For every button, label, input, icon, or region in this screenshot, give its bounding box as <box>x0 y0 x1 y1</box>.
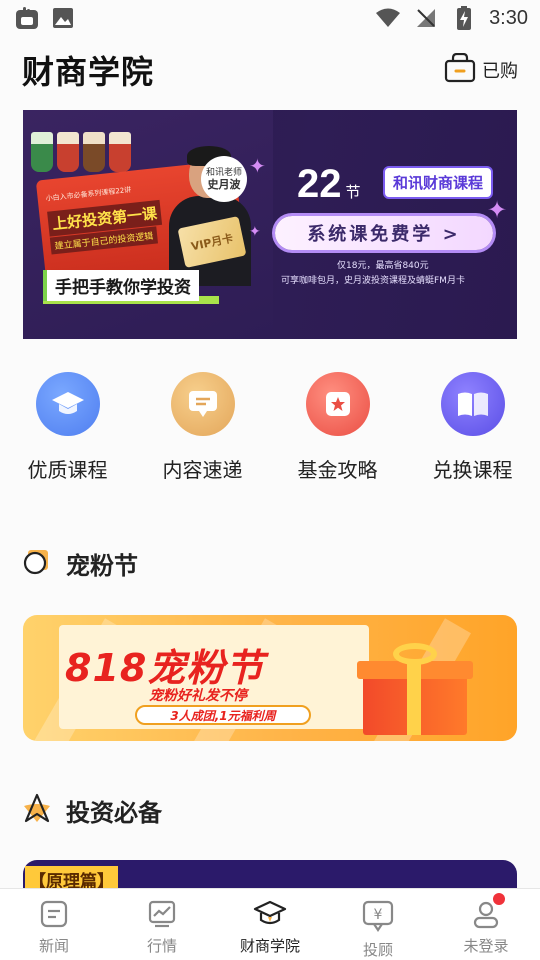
battery-charging-icon <box>451 6 477 30</box>
sparkle-icon: ✦ <box>249 224 261 240</box>
coffee-cups-image <box>31 132 131 172</box>
star-card-icon <box>305 372 370 436</box>
status-bar: 3:30 <box>0 0 540 36</box>
tab-label: 新闻 <box>38 937 69 955</box>
section-header-fans: 宠粉节 <box>22 546 138 581</box>
section-bubble-icon <box>22 547 52 581</box>
fans-festival-banner[interactable]: 818宠粉节 宠粉好礼发不停 3人成团,1元福利周 <box>23 615 517 741</box>
tab-advisor[interactable]: ¥ 投顾 <box>324 889 432 960</box>
chart-icon <box>147 899 177 933</box>
section-header-invest: 投资必备 <box>22 792 162 828</box>
academy-cap-icon <box>253 899 287 933</box>
promo-subtitle: 宠粉好礼发不停 <box>149 688 247 704</box>
tab-news[interactable]: 新闻 <box>0 889 108 960</box>
tab-login[interactable]: 未登录 <box>432 889 540 960</box>
status-time: 3:30 <box>489 6 528 29</box>
quick-entry-quality-courses[interactable]: 优质课程 <box>0 372 135 483</box>
banner-slogan: 手把手教你学投资 <box>43 270 199 301</box>
promo-card: 818宠粉节 宠粉好礼发不停 3人成团,1元福利周 <box>59 625 369 729</box>
tab-label: 未登录 <box>463 937 509 955</box>
promo-tag: 3人成团,1元福利周 <box>135 705 311 725</box>
graduation-cap-icon <box>35 372 100 436</box>
tab-academy[interactable]: 财商学院 <box>216 889 324 960</box>
teacher-bubble: 和讯老师 史月波 <box>201 156 247 202</box>
teacher-name: 史月波 <box>207 178 241 191</box>
quick-entry-label: 基金攻略 <box>297 458 378 482</box>
page-title: 财商学院 <box>22 53 155 91</box>
notification-dot <box>493 893 505 905</box>
course-banner[interactable]: 小白入市必备系列课程22讲 上好投资第一课 建立属于自己的投资逻辑 VIP月卡 … <box>23 110 517 339</box>
section-title: 宠粉节 <box>66 552 138 580</box>
bottom-tab-bar: 新闻 行情 财商学院 ¥ 投顾 未登录 <box>0 888 540 960</box>
benefit-line: 可享咖啡包月，史月波投资课程及蜻蜓FM月卡 <box>281 276 465 286</box>
card-small-text: 小白入市必备系列课程22讲 <box>45 185 132 203</box>
quick-entry-content-express[interactable]: 内容速递 <box>135 372 270 483</box>
app-notification-icon <box>14 7 40 29</box>
page-header: 财商学院 已购 <box>22 48 518 92</box>
shopping-bag-icon <box>444 52 476 87</box>
promo-title: 818宠粉节 <box>65 646 265 690</box>
purchased-button[interactable]: 已购 <box>444 52 518 87</box>
purchased-label: 已购 <box>482 61 518 82</box>
gift-box-icon <box>353 643 473 735</box>
lesson-count-unit: 节 <box>345 183 361 201</box>
tab-market[interactable]: 行情 <box>108 889 216 960</box>
open-book-icon <box>440 372 505 436</box>
lesson-count-number: 22 <box>297 162 342 206</box>
app-screen: 3:30 财商学院 已购 小白入市必备系列课程22讲 上好投资第一课 建立属于自… <box>0 0 540 960</box>
sparkle-icon: ✦ <box>249 154 266 178</box>
section-triangle-icon <box>22 792 52 828</box>
tab-label: 财商学院 <box>239 937 300 955</box>
sparkle-icon: ✦ <box>487 196 508 224</box>
quick-entry-label: 内容速递 <box>162 458 243 482</box>
lesson-count: 22 节 <box>297 162 361 207</box>
news-icon <box>39 899 69 933</box>
image-notification-icon <box>50 7 76 29</box>
svg-text:¥: ¥ <box>374 907 383 923</box>
quick-entry-label: 优质课程 <box>27 458 108 482</box>
message-card-icon <box>170 372 235 436</box>
quick-entry-grid: 优质课程 内容速递 基金攻略 兑换课程 <box>0 372 540 483</box>
quick-entry-label: 兑换课程 <box>432 458 513 482</box>
tab-label: 投顾 <box>362 941 393 959</box>
price-line: 仅18元，最高省840元 <box>337 261 429 271</box>
no-signal-icon <box>413 7 439 29</box>
advisor-yen-icon: ¥ <box>361 899 395 937</box>
free-study-button[interactable]: 系统课免费学 > <box>275 216 493 250</box>
course-tag: 和讯财商课程 <box>383 166 494 199</box>
tab-label: 行情 <box>146 937 177 955</box>
section-title: 投资必备 <box>66 798 162 827</box>
quick-entry-redeem-courses[interactable]: 兑换课程 <box>405 372 540 483</box>
wifi-icon <box>375 7 401 29</box>
quick-entry-fund-guide[interactable]: 基金攻略 <box>270 372 405 483</box>
